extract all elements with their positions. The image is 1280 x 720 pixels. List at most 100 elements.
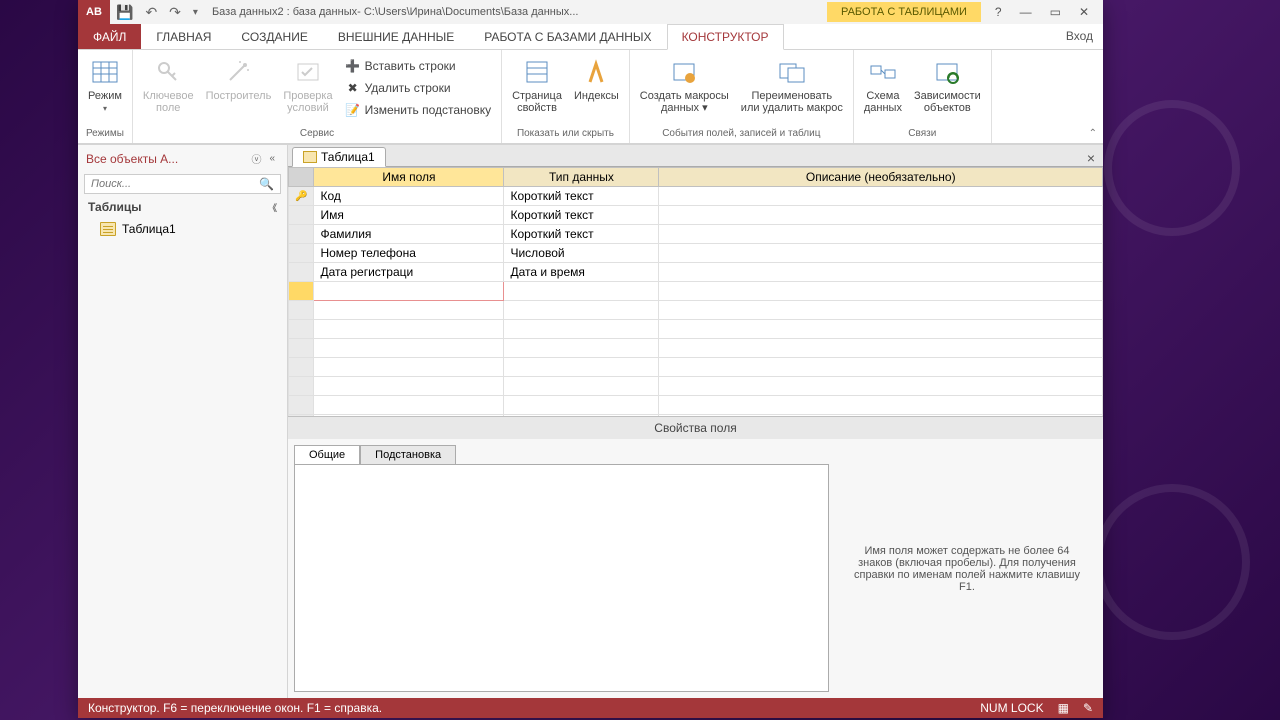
login-link[interactable]: Вход	[1056, 24, 1103, 49]
field-desc-cell[interactable]	[659, 301, 1103, 320]
section-collapse-icon[interactable]: 《	[268, 201, 277, 214]
view-button[interactable]: Режим ▾	[84, 54, 126, 115]
row-selector[interactable]: 🔑	[289, 187, 314, 206]
redo-icon[interactable]: ↷	[169, 4, 181, 21]
row-selector[interactable]	[289, 263, 314, 282]
collapse-ribbon-icon[interactable]: ⌃	[1089, 128, 1097, 139]
help-icon[interactable]: ?	[995, 5, 1002, 19]
field-type-cell[interactable]	[504, 320, 659, 339]
props-tab-general[interactable]: Общие	[294, 445, 360, 465]
row-selector-header[interactable]	[289, 168, 314, 187]
create-macros-button[interactable]: Создать макросы данных ▾	[636, 54, 733, 116]
field-desc-cell[interactable]	[659, 282, 1103, 301]
row-selector[interactable]	[289, 339, 314, 358]
field-desc-cell[interactable]	[659, 244, 1103, 263]
table-row[interactable]: Фамилия Короткий текст	[289, 225, 1103, 244]
col-field-name[interactable]: Имя поля	[314, 168, 504, 187]
property-sheet-button[interactable]: Страница свойств	[508, 54, 566, 116]
field-name-cell[interactable]	[314, 358, 504, 377]
row-selector[interactable]	[289, 320, 314, 339]
table-row[interactable]: Имя Короткий текст	[289, 206, 1103, 225]
col-description[interactable]: Описание (необязательно)	[659, 168, 1103, 187]
field-desc-cell[interactable]	[659, 187, 1103, 206]
nav-section-tables[interactable]: Таблицы 《	[78, 196, 287, 218]
field-desc-cell[interactable]	[659, 339, 1103, 358]
props-content[interactable]	[294, 464, 829, 692]
field-name-cell[interactable]	[314, 377, 504, 396]
tab-designer[interactable]: КОНСТРУКТОР	[667, 24, 784, 50]
field-type-cell[interactable]: Короткий текст	[504, 206, 659, 225]
row-selector[interactable]	[289, 377, 314, 396]
tab-dbtools[interactable]: РАБОТА С БАЗАМИ ДАННЫХ	[469, 24, 666, 49]
row-selector[interactable]	[289, 244, 314, 263]
row-selector[interactable]	[289, 396, 314, 415]
nav-collapse-icon[interactable]: «	[265, 153, 279, 164]
field-type-cell[interactable]	[504, 301, 659, 320]
nav-header[interactable]: Все объекты A... ⓥ «	[78, 145, 287, 172]
col-data-type[interactable]: Тип данных	[504, 168, 659, 187]
field-type-cell[interactable]	[504, 396, 659, 415]
table-row-new[interactable]	[289, 282, 1103, 301]
field-type-cell[interactable]: Числовой	[504, 244, 659, 263]
table-row[interactable]: 🔑 Код Короткий текст	[289, 187, 1103, 206]
tab-external[interactable]: ВНЕШНИЕ ДАННЫЕ	[323, 24, 469, 49]
field-name-cell[interactable]	[314, 282, 504, 301]
close-icon[interactable]: ✕	[1079, 5, 1089, 19]
field-desc-cell[interactable]	[659, 358, 1103, 377]
indexes-button[interactable]: Индексы	[570, 54, 623, 104]
nav-header-dropdown-icon[interactable]: ⓥ	[247, 151, 265, 166]
table-row-empty[interactable]	[289, 320, 1103, 339]
maximize-icon[interactable]: ▭	[1050, 5, 1061, 19]
table-row-empty[interactable]	[289, 301, 1103, 320]
field-name-cell[interactable]: Дата регистраци	[314, 263, 504, 282]
doc-tab-table1[interactable]: Таблица1	[292, 147, 386, 167]
field-desc-cell[interactable]	[659, 206, 1103, 225]
props-tab-lookup[interactable]: Подстановка	[360, 445, 456, 465]
field-type-cell[interactable]	[504, 377, 659, 396]
field-desc-cell[interactable]	[659, 320, 1103, 339]
grid-scroll[interactable]: Имя поля Тип данных Описание (необязател…	[288, 167, 1103, 416]
save-icon[interactable]: 💾	[116, 4, 133, 21]
field-desc-cell[interactable]	[659, 263, 1103, 282]
table-row[interactable]: Номер телефона Числовой	[289, 244, 1103, 263]
field-name-cell[interactable]	[314, 301, 504, 320]
table-row-empty[interactable]	[289, 396, 1103, 415]
tab-file[interactable]: ФАЙЛ	[78, 24, 141, 49]
field-type-cell[interactable]: Короткий текст	[504, 187, 659, 206]
field-name-cell[interactable]: Имя	[314, 206, 504, 225]
insert-rows-button[interactable]: ➕Вставить строки	[343, 56, 493, 76]
field-desc-cell[interactable]	[659, 377, 1103, 396]
field-name-cell[interactable]: Номер телефона	[314, 244, 504, 263]
field-name-cell[interactable]	[314, 339, 504, 358]
tab-create[interactable]: СОЗДАНИЕ	[226, 24, 322, 49]
field-desc-cell[interactable]	[659, 396, 1103, 415]
field-type-cell[interactable]: Короткий текст	[504, 225, 659, 244]
row-selector[interactable]	[289, 225, 314, 244]
field-name-cell[interactable]	[314, 320, 504, 339]
view-design-icon[interactable]: ✎	[1083, 701, 1093, 715]
nav-item-table1[interactable]: Таблица1	[78, 218, 287, 240]
delete-rows-button[interactable]: ✖Удалить строки	[343, 78, 493, 98]
table-row-empty[interactable]	[289, 358, 1103, 377]
builder-button[interactable]: Построитель	[202, 54, 276, 104]
field-type-cell[interactable]: Дата и время	[504, 263, 659, 282]
tab-home[interactable]: ГЛАВНАЯ	[141, 24, 226, 49]
row-selector[interactable]	[289, 301, 314, 320]
field-type-cell[interactable]	[504, 339, 659, 358]
field-name-cell[interactable]: Код	[314, 187, 504, 206]
field-type-cell[interactable]	[504, 282, 659, 301]
field-name-cell[interactable]: Фамилия	[314, 225, 504, 244]
modify-lookup-button[interactable]: 📝Изменить подстановку	[343, 100, 493, 120]
rename-macro-button[interactable]: Переименовать или удалить макрос	[737, 54, 847, 116]
qat-customize-icon[interactable]: ▾	[193, 7, 198, 18]
table-row[interactable]: Дата регистраци Дата и время	[289, 263, 1103, 282]
close-tab-icon[interactable]: ×	[1079, 150, 1103, 166]
minimize-icon[interactable]: —	[1020, 5, 1032, 19]
undo-icon[interactable]: ↶	[145, 4, 157, 21]
dependencies-button[interactable]: Зависимости объектов	[910, 54, 985, 116]
view-datasheet-icon[interactable]: ▦	[1058, 701, 1069, 715]
row-selector[interactable]	[289, 358, 314, 377]
field-type-cell[interactable]	[504, 358, 659, 377]
primary-key-button[interactable]: Ключевое поле	[139, 54, 198, 116]
relationships-button[interactable]: Схема данных	[860, 54, 906, 116]
